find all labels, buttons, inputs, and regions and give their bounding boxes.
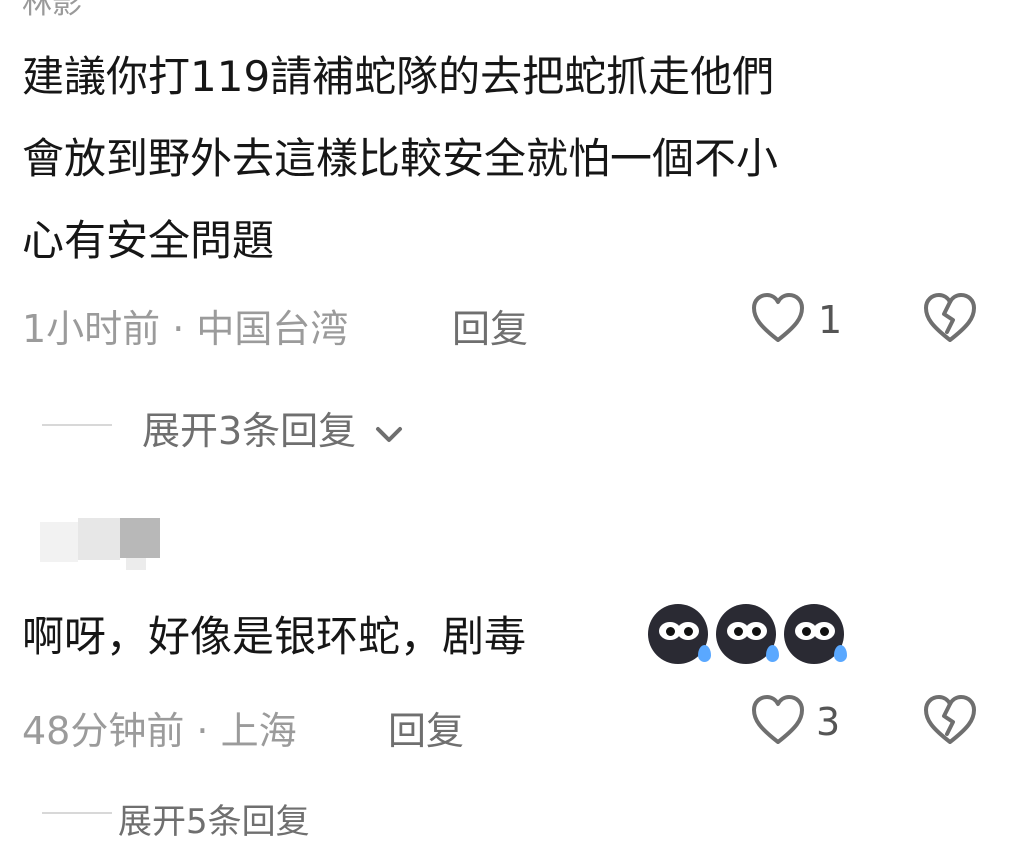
like-count: 3 [816, 700, 841, 744]
previous-username: 林影 [22, 0, 82, 21]
expand-replies-button[interactable]: 展开3条回复 [142, 400, 406, 455]
broken-heart-icon[interactable] [922, 694, 978, 746]
comment-meta: 1小时前 · 中国台湾 [22, 307, 349, 351]
like-heart-icon[interactable] [750, 694, 806, 746]
comment-text: 啊呀，好像是银环蛇，剧毒 [22, 596, 526, 678]
reply-button[interactable]: 回复 [452, 298, 528, 353]
comment-text-line-3: 心有安全問題 [22, 216, 275, 265]
expand-replies-label: 展开3条回复 [142, 409, 357, 453]
cold-sweat-emoji [648, 604, 711, 664]
comment-text-line-2: 會放到野外去這樣比較安全就怕一個不小 [22, 134, 779, 183]
comment-meta: 48分钟前 · 上海 [22, 709, 297, 753]
comment-text-content: 啊呀，好像是银环蛇，剧毒 [22, 612, 527, 661]
chevron-down-icon [376, 426, 403, 442]
like-count: 1 [818, 298, 843, 342]
like-heart-icon[interactable] [750, 292, 806, 344]
cold-sweat-emoji [716, 604, 779, 664]
username-redacted[interactable] [40, 518, 162, 578]
expand-replies-label: 展开5条回复 [118, 802, 310, 842]
emoji-group [648, 604, 848, 666]
expand-divider [42, 812, 112, 814]
cold-sweat-emoji [784, 604, 847, 664]
expand-divider [42, 424, 112, 426]
comment-text-line-1: 建議你打119請補蛇隊的去把蛇抓走他們 [22, 52, 775, 101]
broken-heart-icon[interactable] [922, 292, 978, 344]
expand-replies-button[interactable]: 展开5条回复 [118, 794, 310, 843]
reply-button[interactable]: 回复 [388, 700, 464, 755]
